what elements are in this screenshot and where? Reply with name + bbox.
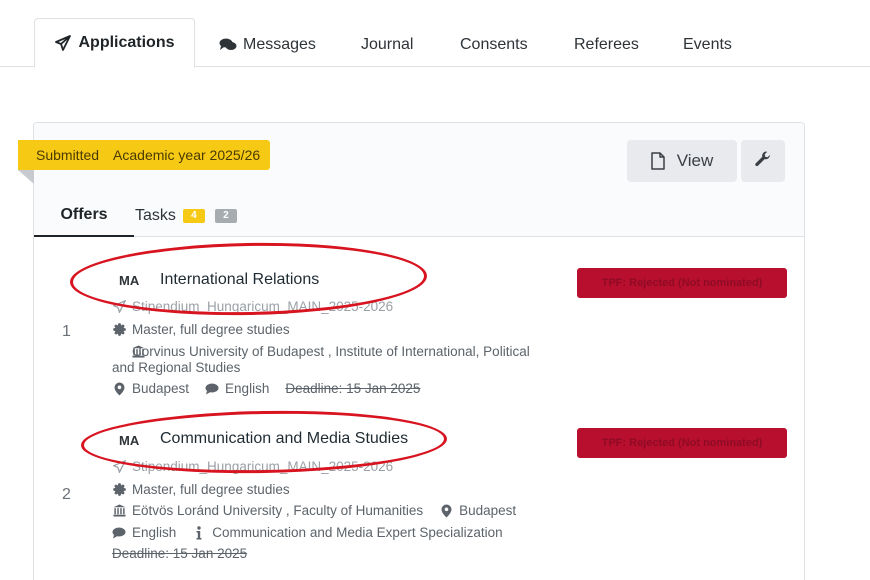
tab-offers-label: Offers [60,206,108,223]
offer-scholarship: Stipendium_Hungaricum_MAIN_2025-2026 [112,299,393,314]
offer-status-badge: TPF: Rejected (Not nominated) [577,428,787,458]
tab-applications[interactable]: Applications [34,18,195,68]
application-card: Submitted Academic year 2025/26 View Off… [18,122,805,580]
tab-events-label: Events [683,35,732,53]
ribbon-fold [18,170,34,184]
institution-icon [112,504,126,518]
application-subtabs: Offers Tasks 4 2 [34,195,804,237]
offer-number: 2 [62,486,71,503]
offer-deadline: Deadline: 15 Jan 2025 [285,381,421,396]
offer-institution: Corvinus University of Budapest , Instit… [112,344,552,376]
offer-institution-text: Eötvös Loránd University , Faculty of Hu… [132,503,424,518]
offer-scholarship-text: Stipendium_Hungaricum_MAIN_2025-2026 [132,459,394,474]
tab-consents-label: Consents [460,35,528,53]
view-button[interactable]: View [627,140,737,182]
offer-study-type: Master, full degree studies [112,482,290,497]
status-ribbon: Submitted Academic year 2025/26 [18,140,271,170]
offer-item[interactable]: 2 MA Communication and Media Studies TPF… [34,402,804,580]
offer-item[interactable]: 1 MA International Relations TPF: Reject… [34,237,804,402]
offer-meta: English Communication and Media Expert S… [112,525,503,540]
certificate-icon [112,483,126,497]
offer-title[interactable]: Communication and Media Studies [160,430,408,448]
offer-meta: Budapest English Deadline: 15 Jan 2025 [112,381,420,396]
offer-status-badge: TPF: Rejected (Not nominated) [577,268,787,298]
tab-offers[interactable]: Offers [34,195,134,237]
view-button-label: View [676,151,714,170]
tab-consents[interactable]: Consents [460,22,528,67]
tab-applications-label: Applications [78,34,175,51]
offer-language: English [225,381,270,396]
tab-journal-label: Journal [361,35,414,53]
speech-bubble-icon [112,526,126,540]
paper-plane-icon [112,300,126,314]
top-navigation: Applications Messages Journal Consents R… [0,0,870,68]
certificate-icon [112,323,126,337]
tab-referees[interactable]: Referees [574,22,639,67]
offer-city: Budapest [132,381,190,396]
tab-tasks-label: Tasks [135,207,176,224]
offer-study-type-text: Master, full degree studies [132,482,290,497]
offer-specialization: Communication and Media Expert Specializ… [212,525,503,540]
institution-icon [112,345,145,362]
paper-plane-icon [112,460,126,474]
speech-bubble-icon [205,382,219,396]
tasks-done-badge: 2 [214,209,237,223]
offer-number: 1 [62,323,71,340]
offer-degree: MA [119,273,140,288]
file-icon [650,152,665,170]
offer-institution: Eötvös Loránd University , Faculty of Hu… [112,503,516,518]
academic-year: Academic year 2025/26 [113,147,261,163]
tab-events[interactable]: Events [683,22,732,67]
offer-city: Budapest [459,503,517,518]
offer-language: English [132,525,177,540]
tab-tasks[interactable]: Tasks 4 2 [135,195,237,237]
offer-institution-text: Corvinus University of Budapest , Instit… [112,344,530,375]
offer-scholarship: Stipendium_Hungaricum_MAIN_2025-2026 [112,459,393,474]
offer-scholarship-text: Stipendium_Hungaricum_MAIN_2025-2026 [132,299,394,314]
offer-deadline-row: Deadline: 15 Jan 2025 [112,546,247,561]
offer-degree: MA [119,433,140,448]
settings-button[interactable] [741,140,785,182]
tab-referees-label: Referees [574,35,639,53]
tasks-open-badge: 4 [182,209,205,223]
tab-messages[interactable]: Messages [219,22,316,67]
application-card-header: Submitted Academic year 2025/26 View Off… [18,123,804,237]
tab-messages-label: Messages [243,35,316,53]
offer-deadline: Deadline: 15 Jan 2025 [112,546,248,561]
wrench-icon [754,150,772,173]
tab-journal[interactable]: Journal [361,22,413,67]
offer-study-type: Master, full degree studies [112,322,290,337]
application-status: Submitted [36,147,100,163]
offer-title[interactable]: International Relations [160,271,319,289]
offer-study-type-text: Master, full degree studies [132,322,290,337]
map-marker-icon [439,504,453,518]
map-marker-icon [112,382,126,396]
comments-icon [219,37,237,53]
info-icon [192,525,206,540]
paper-plane-icon [54,35,72,51]
